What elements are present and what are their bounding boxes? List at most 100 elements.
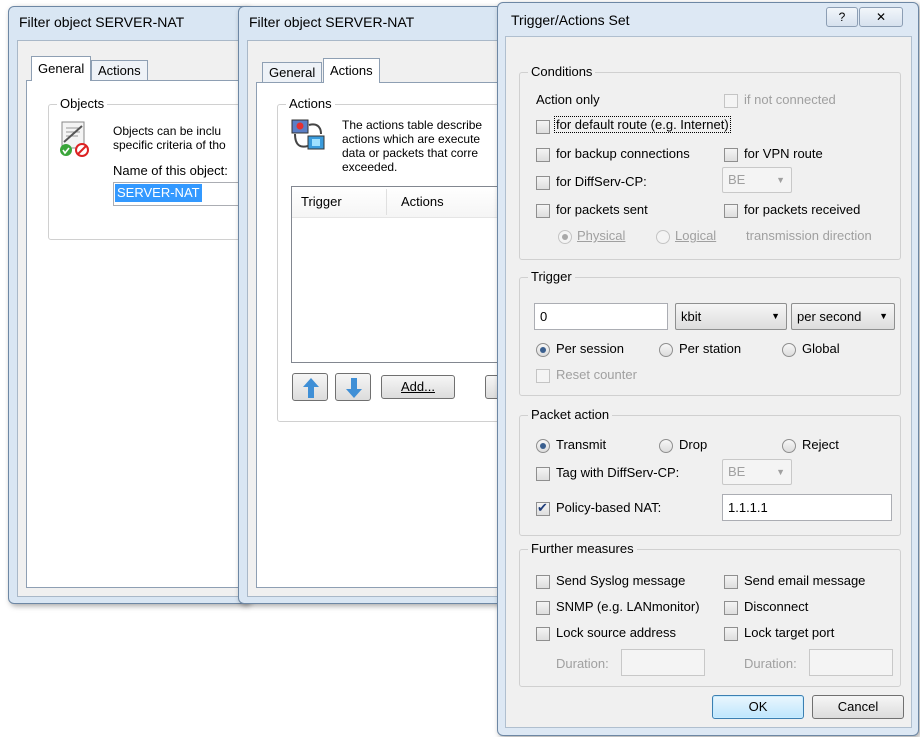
per-station-label: Per station <box>679 341 742 356</box>
move-up-button[interactable] <box>292 373 328 401</box>
window-title: Filter object SERVER-NAT <box>249 14 415 30</box>
actions-description-line4: exceeded. <box>342 160 398 174</box>
physical-label: Physical <box>577 228 625 243</box>
tab-general[interactable]: General <box>31 56 92 81</box>
lock-source-label: Lock source address <box>556 625 676 640</box>
trigger-value: 0 <box>540 309 548 324</box>
per-session-label: Per session <box>556 341 624 356</box>
drop-radio[interactable] <box>659 439 673 453</box>
transmission-direction-label: transmission direction <box>746 228 872 243</box>
if-not-connected-label: if not connected <box>744 92 836 107</box>
duration-label-1: Duration: <box>556 656 609 671</box>
arrow-down-icon <box>346 378 362 405</box>
physical-radio[interactable] <box>558 230 572 244</box>
logical-label-text: Logical <box>675 228 717 243</box>
diffserv-checkbox[interactable] <box>536 176 550 190</box>
ok-button[interactable]: OK <box>712 695 804 719</box>
duration-input-1[interactable] <box>621 649 705 676</box>
close-button[interactable]: ✕ <box>859 7 903 27</box>
column-actions[interactable]: Actions <box>401 194 444 209</box>
email-checkbox[interactable] <box>724 575 738 589</box>
tab-actions[interactable]: Actions <box>91 60 148 81</box>
actions-group: Actions The actions table describe actio… <box>277 96 509 422</box>
tag-diffserv-select[interactable]: BE ▼ <box>722 459 792 485</box>
cancel-button-label: Cancel <box>837 699 879 714</box>
actions-description-line3: data or packets that corre <box>342 146 479 160</box>
column-divider <box>386 189 387 215</box>
physical-label-text: Physical <box>577 228 626 243</box>
transmit-label: Transmit <box>556 437 607 452</box>
packet-action-legend: Packet action <box>528 407 613 422</box>
diffserv-label: for DiffServ-CP: <box>556 174 647 189</box>
snmp-checkbox[interactable] <box>536 601 550 615</box>
diffserv-select[interactable]: BE ▼ <box>722 167 792 193</box>
conditions-legend: Conditions <box>528 64 596 79</box>
backup-connections-label: for backup connections <box>556 146 690 161</box>
tag-diffserv-checkbox[interactable] <box>536 467 550 481</box>
checkmark-icon: ✔ <box>537 500 548 515</box>
objects-icon <box>58 120 92 158</box>
object-name-label: Name of this object: <box>113 163 228 178</box>
if-not-connected-checkbox[interactable] <box>724 94 738 108</box>
help-icon: ? <box>838 10 846 24</box>
lock-target-checkbox[interactable] <box>724 627 738 641</box>
duration-label-2: Duration: <box>744 656 797 671</box>
lock-target-label: Lock target port <box>744 625 835 640</box>
packet-action-group: Packet action Transmit Drop Reject Tag w… <box>519 407 901 536</box>
syslog-checkbox[interactable] <box>536 575 550 589</box>
trigger-period-select[interactable]: per second ▼ <box>791 303 895 330</box>
cancel-button[interactable]: Cancel <box>812 695 904 719</box>
conditions-group: Conditions Action only if not connected … <box>519 64 901 260</box>
default-route-label: for default route (e.g. Internet) <box>554 116 731 133</box>
packets-sent-checkbox[interactable] <box>536 204 550 218</box>
trigger-value-input[interactable]: 0 <box>534 303 668 330</box>
actions-table[interactable]: Trigger Actions <box>291 186 509 363</box>
tab-general[interactable]: General <box>262 62 323 83</box>
per-station-radio[interactable] <box>659 343 673 357</box>
reset-counter-label: Reset counter <box>556 367 637 382</box>
filter-object-window-actions: Filter object SERVER-NAT General Actions… <box>238 6 510 604</box>
reject-label: Reject <box>802 437 839 452</box>
lock-source-checkbox[interactable] <box>536 627 550 641</box>
disconnect-label: Disconnect <box>744 599 809 614</box>
backup-connections-checkbox[interactable] <box>536 148 550 162</box>
trigger-unit-value: kbit <box>681 309 702 324</box>
snmp-label: SNMP (e.g. LANmonitor) <box>556 599 700 614</box>
objects-description-line2: specific criteria of tho <box>113 138 226 152</box>
packets-received-checkbox[interactable] <box>724 204 738 218</box>
window-title: Filter object SERVER-NAT <box>19 14 185 30</box>
tab-actions[interactable]: Actions <box>323 58 380 83</box>
disconnect-checkbox[interactable] <box>724 601 738 615</box>
vpn-route-label: for VPN route <box>744 146 823 161</box>
close-icon: ✕ <box>875 10 887 24</box>
move-down-button[interactable] <box>335 373 371 401</box>
drop-label: Drop <box>679 437 708 452</box>
trigger-unit-select[interactable]: kbit ▼ <box>675 303 787 330</box>
duration-input-2[interactable] <box>809 649 893 676</box>
chevron-down-icon: ▼ <box>776 467 785 477</box>
add-button[interactable]: Add... <box>381 375 455 399</box>
chevron-down-icon: ▼ <box>776 175 785 185</box>
column-trigger[interactable]: Trigger <box>301 194 342 209</box>
object-name-value: SERVER-NAT <box>115 184 202 202</box>
policy-nat-input[interactable]: 1.1.1.1 <box>722 494 892 521</box>
help-button[interactable]: ? <box>826 7 858 27</box>
objects-group-legend: Objects <box>57 96 108 111</box>
global-radio[interactable] <box>782 343 796 357</box>
transmit-radio[interactable] <box>536 439 550 453</box>
window-client: General Actions Actions The actions tabl… <box>247 40 509 597</box>
actions-icon <box>291 118 327 156</box>
actions-description-line2: actions which are execute <box>342 132 481 146</box>
per-session-radio[interactable] <box>536 343 550 357</box>
default-route-checkbox[interactable] <box>536 120 550 134</box>
policy-nat-checkbox[interactable]: ✔ <box>536 500 550 516</box>
vpn-route-checkbox[interactable] <box>724 148 738 162</box>
reset-counter-checkbox[interactable] <box>536 369 550 383</box>
reject-radio[interactable] <box>782 439 796 453</box>
table-header: Trigger Actions <box>292 187 509 218</box>
trigger-actions-dialog: Trigger/Actions Set ? ✕ Conditions Actio… <box>497 2 919 736</box>
further-measures-group: Further measures Send Syslog message Sen… <box>519 541 901 687</box>
logical-radio[interactable] <box>656 230 670 244</box>
dialog-client: Conditions Action only if not connected … <box>505 36 912 728</box>
object-name-input[interactable]: SERVER-NAT <box>113 182 249 206</box>
